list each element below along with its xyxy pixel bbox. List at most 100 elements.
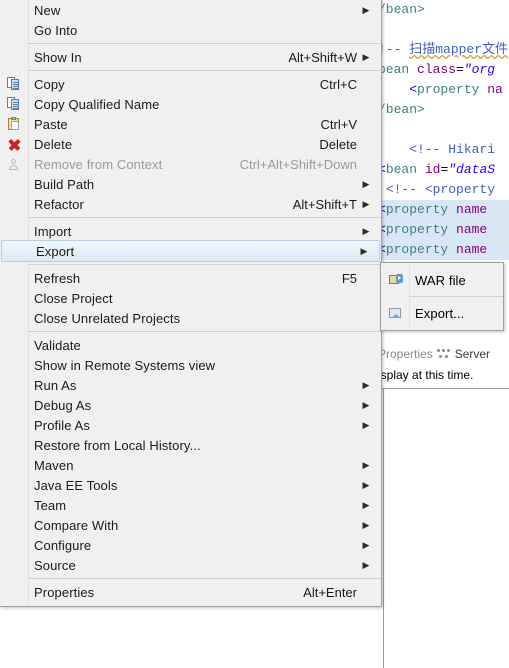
menu-item-remove-from-context: Remove from Context Ctrl+Alt+Shift+Down [0, 154, 381, 174]
menu-item-close-unrelated-projects[interactable]: Close Unrelated Projects [0, 308, 381, 328]
tab-servers[interactable]: Server [455, 347, 490, 361]
code-line[interactable]: /bean> [378, 100, 509, 120]
code-token: "org [463, 62, 496, 77]
submenu-arrow-icon: ▶ [362, 559, 370, 570]
submenu-arrow-icon: ▶ [362, 399, 370, 410]
code-line[interactable]: <property name [378, 240, 509, 260]
menu-separator [28, 264, 381, 265]
menu-item-label: Team [34, 497, 67, 513]
menu-item-java-ee-tools[interactable]: Java EE Tools ▶ [0, 475, 381, 495]
submenu-arrow-icon: ▶ [362, 51, 370, 62]
code-token: name [456, 202, 488, 217]
no-icon [0, 335, 28, 355]
code-token: !-- [378, 42, 410, 57]
tab-properties[interactable]: Properties [378, 347, 433, 361]
code-line[interactable]: <bean id="dataS [378, 160, 509, 180]
menu-separator [28, 578, 381, 579]
menu-item-label: Close Project [34, 290, 113, 306]
paste-icon [0, 114, 28, 134]
menu-item-configure[interactable]: Configure ▶ [0, 535, 381, 555]
no-icon [0, 435, 28, 455]
code-line[interactable]: <!-- <property [378, 180, 509, 200]
menu-item-copy-qualified-name[interactable]: Copy Qualified Name [0, 94, 381, 114]
submenu-arrow-icon: ▶ [362, 539, 370, 550]
menu-item-validate[interactable]: Validate [0, 335, 381, 355]
no-icon [0, 375, 28, 395]
menu-item-close-project[interactable]: Close Project [0, 288, 381, 308]
submenu-arrow-icon: ▶ [362, 419, 370, 430]
menu-item-new[interactable]: New ▶ [0, 0, 381, 20]
menu-item-debug-as[interactable]: Debug As ▶ [0, 395, 381, 415]
menu-item-compare-with[interactable]: Compare With ▶ [0, 515, 381, 535]
code-line[interactable] [378, 20, 509, 40]
code-line[interactable]: <!-- Hikari [378, 140, 509, 160]
menu-item-maven[interactable]: Maven ▶ [0, 455, 381, 475]
menu-item-label: Copy [34, 76, 65, 92]
code-token: property [385, 242, 457, 257]
menu-item-label: Import [34, 223, 72, 239]
bottom-view-frame-top [383, 388, 509, 389]
no-icon [0, 582, 28, 602]
menu-item-label: Validate [34, 337, 81, 353]
menu-item-go-into[interactable]: Go Into [0, 20, 381, 40]
code-token: <!-- <property [385, 182, 496, 197]
menu-item-label: Show in Remote Systems view [34, 357, 216, 373]
menu-item-label: Restore from Local History... [34, 437, 201, 453]
menu-item-team[interactable]: Team ▶ [0, 495, 381, 515]
menu-item-source[interactable]: Source ▶ [0, 555, 381, 575]
code-line[interactable] [378, 120, 509, 140]
code-token: id [424, 162, 441, 177]
bottom-view-panel: Properties Server isplay at this time. [378, 340, 509, 668]
menu-item-build-path[interactable]: Build Path ▶ [0, 174, 381, 194]
bottom-view-tabs[interactable]: Properties Server [378, 344, 490, 364]
servers-icon [436, 348, 451, 360]
menu-item-shortcut: Alt+Shift+T [292, 196, 357, 212]
copy-icon [0, 74, 28, 94]
delete-icon [0, 134, 28, 154]
menu-item-refactor[interactable]: Refactor Alt+Shift+T ▶ [0, 194, 381, 214]
menu-item-copy[interactable]: Copy Ctrl+C [0, 74, 381, 94]
submenu-arrow-icon: ▶ [362, 178, 370, 189]
context-menu-items[interactable]: New ▶ Go Into Show In Alt+Shift+W ▶ Copy Ctrl+C… [0, 0, 381, 602]
war-file-icon [381, 270, 409, 290]
menu-item-shortcut: Ctrl+Alt+Shift+Down [239, 156, 357, 172]
no-icon [0, 288, 28, 308]
menu-item-show-in[interactable]: Show In Alt+Shift+W ▶ [0, 47, 381, 67]
menu-item-restore-from-local-history[interactable]: Restore from Local History... [0, 435, 381, 455]
menu-item-label: Properties [34, 584, 95, 600]
code-line[interactable]: /bean> [378, 0, 509, 20]
export-submenu[interactable]: WAR file Export... [380, 262, 504, 331]
menu-item-delete[interactable]: Delete Delete [0, 134, 381, 154]
menu-item-properties[interactable]: Properties Alt+Enter [0, 582, 381, 602]
code-line[interactable]: !-- 扫描mapper文件 [378, 40, 509, 60]
no-icon [0, 535, 28, 555]
menu-item-export[interactable]: Export... [381, 300, 503, 326]
menu-item-label: Copy Qualified Name [34, 96, 160, 112]
menu-item-paste[interactable]: Paste Ctrl+V [0, 114, 381, 134]
no-icon [0, 194, 28, 214]
export-wizard-icon [381, 303, 409, 323]
menu-item-export[interactable]: Export ▶ [1, 240, 380, 262]
menu-item-show-in-remote-systems-view[interactable]: Show in Remote Systems view [0, 355, 381, 375]
context-menu[interactable]: New ▶ Go Into Show In Alt+Shift+W ▶ Copy Ctrl+C… [0, 0, 382, 607]
menu-item-run-as[interactable]: Run As ▶ [0, 375, 381, 395]
code-token: <!-- Hikari [409, 142, 503, 157]
menu-item-label: Go Into [34, 22, 78, 38]
code-line[interactable]: <property na [378, 80, 509, 100]
menu-item-label: Compare With [34, 517, 119, 533]
code-token: class [417, 62, 457, 77]
menu-item-label: Configure [34, 537, 92, 553]
code-token: "dataS [448, 162, 496, 177]
menu-item-war-file[interactable]: WAR file [381, 267, 503, 293]
code-line[interactable]: bean class="org [378, 60, 509, 80]
menu-item-profile-as[interactable]: Profile As ▶ [0, 415, 381, 435]
code-line[interactable]: <property name [378, 200, 509, 220]
menu-item-refresh[interactable]: Refresh F5 [0, 268, 381, 288]
menu-item-label: Debug As [34, 397, 92, 413]
code-line[interactable]: <property name [378, 220, 509, 240]
submenu-arrow-icon: ▶ [362, 4, 370, 15]
code-token: property [385, 202, 457, 217]
menu-item-label: Close Unrelated Projects [34, 310, 181, 326]
code-token: bean [385, 162, 425, 177]
menu-item-import[interactable]: Import ▶ [0, 221, 381, 241]
